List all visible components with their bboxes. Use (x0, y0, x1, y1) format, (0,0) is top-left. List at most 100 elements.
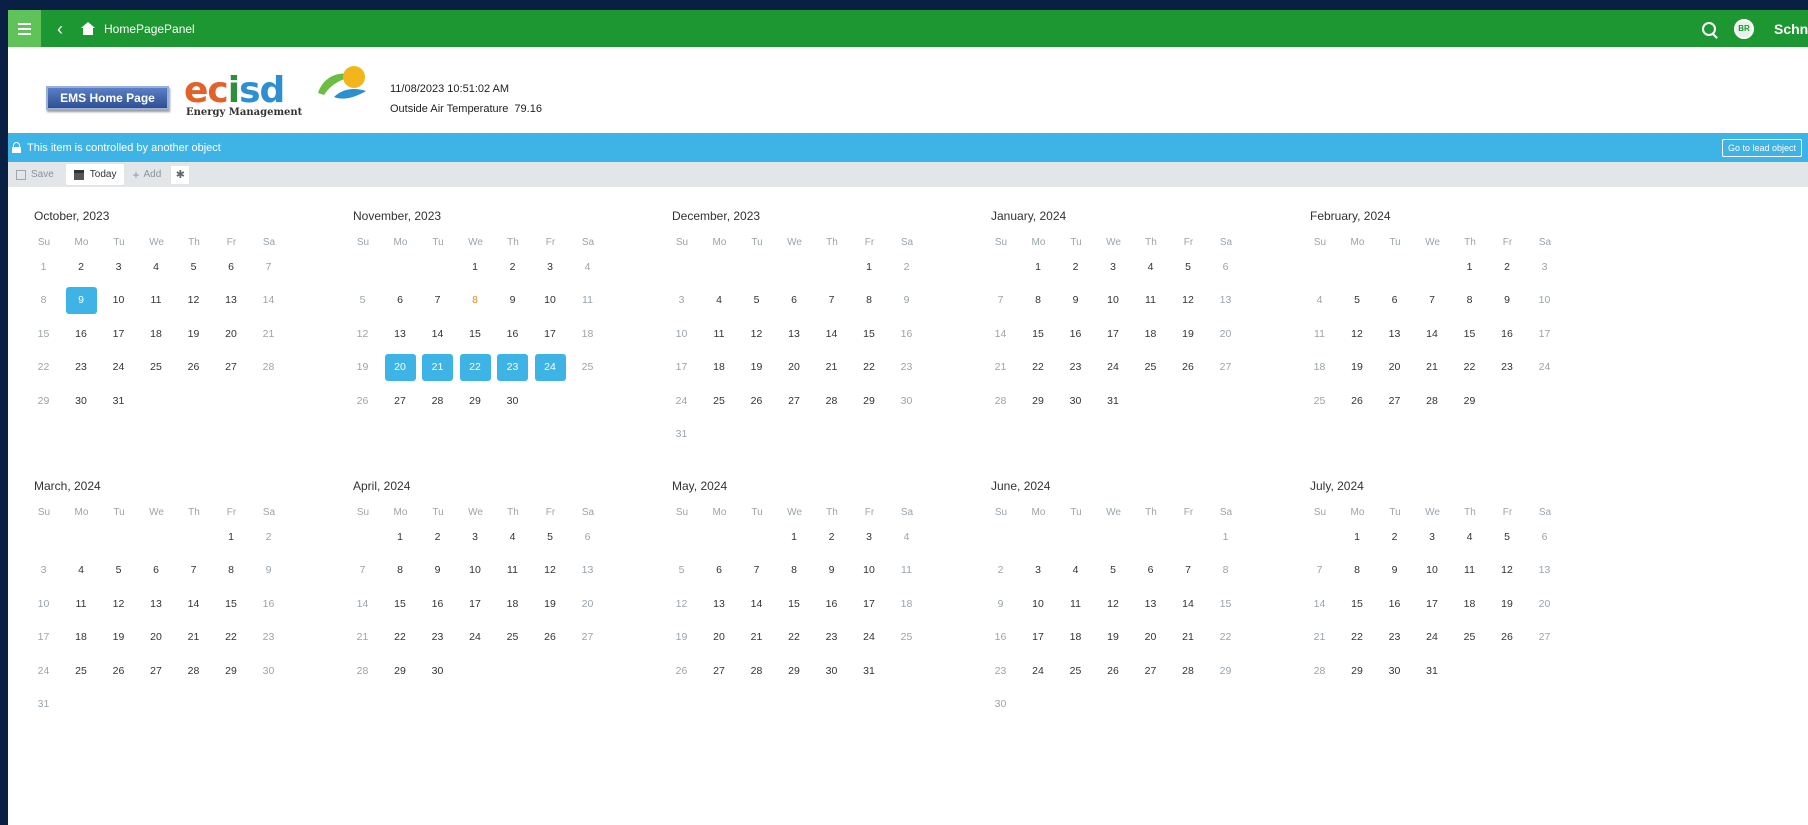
calendar-day[interactable]: 11 (704, 320, 735, 347)
calendar-day[interactable]: 6 (216, 253, 247, 280)
calendar-day[interactable]: 20 (384, 353, 416, 381)
calendar-day[interactable]: 3 (535, 253, 566, 280)
calendar-day[interactable]: 16 (66, 320, 97, 347)
calendar-day[interactable]: 1 (779, 523, 810, 550)
calendar-day[interactable]: 14 (253, 287, 284, 314)
calendar-day[interactable]: 4 (704, 287, 735, 314)
calendar-day[interactable]: 22 (459, 353, 491, 381)
calendar-day[interactable]: 18 (66, 624, 97, 651)
calendar-day[interactable]: 21 (253, 320, 284, 347)
calendar-day[interactable]: 11 (66, 590, 97, 617)
calendar-day[interactable]: 20 (141, 624, 172, 651)
calendar-day[interactable]: 31 (854, 657, 885, 684)
calendar-day[interactable]: 23 (253, 624, 284, 651)
calendar-day[interactable]: 11 (1060, 590, 1091, 617)
calendar-day[interactable]: 16 (497, 320, 528, 347)
calendar-day[interactable]: 7 (422, 287, 453, 314)
user-avatar[interactable]: BR (1734, 18, 1754, 39)
calendar-day[interactable]: 27 (779, 387, 810, 414)
calendar-day[interactable]: 1 (1454, 253, 1485, 280)
calendar-day[interactable]: 12 (1173, 287, 1204, 314)
calendar-day[interactable]: 17 (1023, 624, 1054, 651)
calendar-day[interactable]: 21 (178, 624, 209, 651)
calendar-day[interactable]: 16 (1379, 590, 1410, 617)
calendar-day[interactable]: 20 (1379, 354, 1410, 381)
calendar-day[interactable]: 7 (816, 287, 847, 314)
calendar-day[interactable]: 1 (28, 253, 59, 280)
calendar-day[interactable]: 13 (1529, 557, 1560, 584)
calendar-day[interactable]: 17 (460, 590, 491, 617)
calendar-day[interactable]: 20 (704, 624, 735, 651)
calendar-day[interactable]: 10 (535, 287, 566, 314)
calendar-day[interactable]: 5 (347, 287, 378, 314)
calendar-day[interactable]: 12 (1492, 557, 1523, 584)
calendar-day[interactable]: 14 (347, 590, 378, 617)
calendar-day[interactable]: 31 (1417, 657, 1448, 684)
calendar-day[interactable]: 16 (1060, 320, 1091, 347)
calendar-day[interactable]: 28 (1173, 657, 1204, 684)
calendar-day[interactable]: 3 (103, 253, 134, 280)
calendar-day[interactable]: 15 (1342, 590, 1373, 617)
calendar-day[interactable]: 22 (779, 624, 810, 651)
calendar-day[interactable]: 6 (779, 287, 810, 314)
calendar-day[interactable]: 6 (385, 287, 416, 314)
calendar-day[interactable]: 26 (1342, 387, 1373, 414)
calendar-day[interactable]: 29 (385, 657, 416, 684)
calendar-day[interactable]: 14 (422, 320, 453, 347)
calendar-day[interactable]: 13 (216, 287, 247, 314)
calendar-day[interactable]: 22 (1210, 624, 1241, 651)
calendar-day[interactable]: 12 (741, 320, 772, 347)
calendar-day[interactable]: 23 (816, 624, 847, 651)
calendar-day[interactable]: 11 (572, 287, 603, 314)
calendar-day[interactable]: 22 (28, 354, 59, 381)
gear-icon[interactable]: ✱ (171, 165, 190, 184)
calendar-day[interactable]: 20 (1210, 320, 1241, 347)
calendar-day[interactable]: 17 (666, 354, 697, 381)
calendar-day[interactable]: 10 (854, 557, 885, 584)
calendar-day[interactable]: 9 (985, 590, 1016, 617)
calendar-day[interactable]: 4 (572, 253, 603, 280)
calendar-day[interactable]: 15 (460, 320, 491, 347)
calendar-day[interactable]: 28 (1304, 657, 1335, 684)
calendar-day[interactable]: 30 (891, 387, 922, 414)
calendar-day[interactable]: 19 (1342, 354, 1373, 381)
calendar-day[interactable]: 18 (1454, 590, 1485, 617)
calendar-day[interactable]: 23 (66, 354, 97, 381)
calendar-day[interactable]: 7 (985, 287, 1016, 314)
calendar-day[interactable]: 9 (1379, 557, 1410, 584)
calendar-day[interactable]: 7 (1173, 557, 1204, 584)
calendar-day[interactable]: 21 (422, 353, 453, 381)
calendar-day[interactable]: 5 (178, 253, 209, 280)
calendar-day[interactable]: 10 (1023, 590, 1054, 617)
calendar-day[interactable]: 10 (1529, 287, 1560, 314)
calendar-day[interactable]: 24 (1098, 354, 1129, 381)
calendar-day[interactable]: 8 (1210, 557, 1241, 584)
calendar-day[interactable]: 26 (741, 387, 772, 414)
calendar-day[interactable]: 19 (103, 624, 134, 651)
calendar-day[interactable]: 2 (422, 523, 453, 550)
calendar-day[interactable]: 22 (216, 624, 247, 651)
calendar-day[interactable]: 16 (422, 590, 453, 617)
search-icon[interactable] (1702, 21, 1716, 36)
calendar-day[interactable]: 10 (28, 590, 59, 617)
calendar-day[interactable]: 2 (253, 523, 284, 550)
calendar-day[interactable]: 5 (666, 557, 697, 584)
calendar-day[interactable]: 25 (1135, 354, 1166, 381)
calendar-day[interactable]: 3 (1023, 557, 1054, 584)
calendar-day[interactable]: 2 (497, 253, 528, 280)
calendar-day[interactable]: 15 (385, 590, 416, 617)
calendar-day[interactable]: 16 (253, 590, 284, 617)
calendar-day[interactable]: 25 (66, 657, 97, 684)
add-button[interactable]: + Add (124, 164, 169, 185)
calendar-day[interactable]: 2 (1060, 253, 1091, 280)
calendar-day[interactable]: 5 (1492, 523, 1523, 550)
calendar-day[interactable]: 24 (1023, 657, 1054, 684)
calendar-day[interactable]: 15 (854, 320, 885, 347)
calendar-day[interactable]: 4 (1304, 287, 1335, 314)
calendar-day[interactable]: 11 (1135, 287, 1166, 314)
calendar-day[interactable]: 4 (891, 523, 922, 550)
calendar-day[interactable]: 27 (1379, 387, 1410, 414)
calendar-day[interactable]: 17 (1417, 590, 1448, 617)
calendar-day[interactable]: 24 (854, 624, 885, 651)
calendar-day[interactable]: 26 (535, 624, 566, 651)
